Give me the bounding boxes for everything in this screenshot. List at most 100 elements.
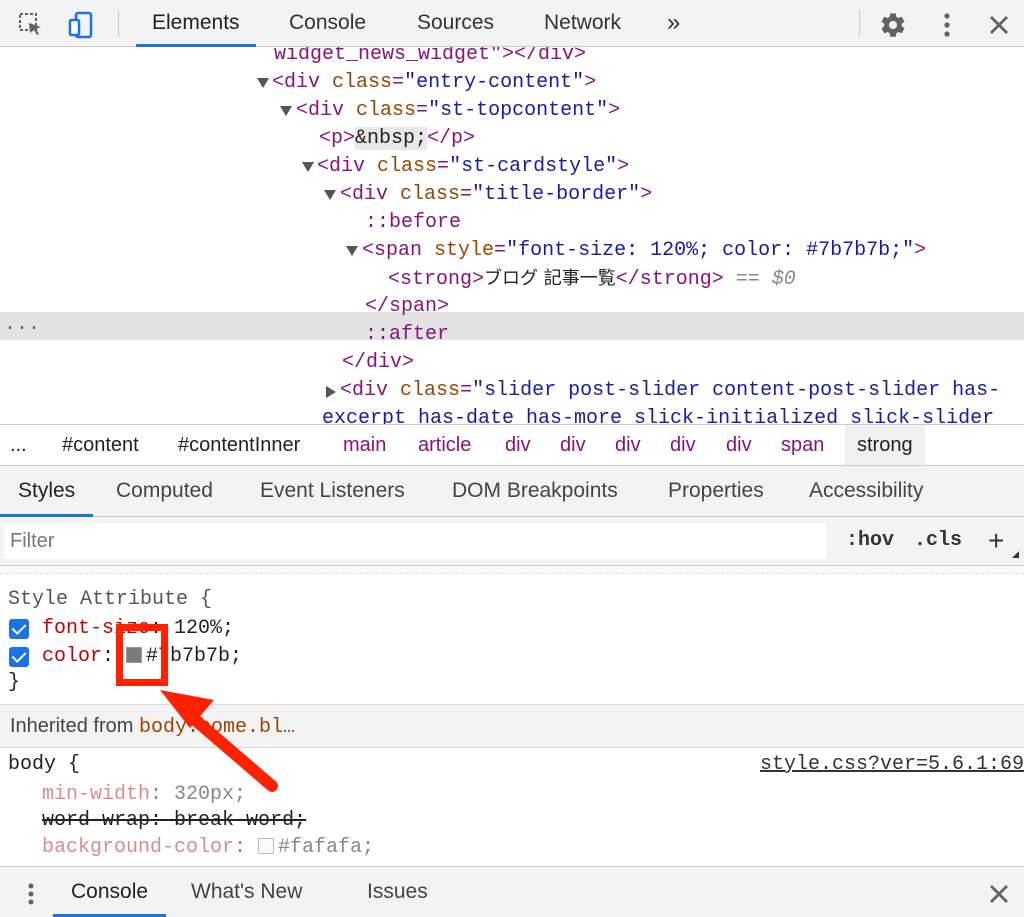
property-name: color xyxy=(42,645,103,668)
breadcrumb-item[interactable]: #content xyxy=(62,425,139,465)
more-options-icon[interactable] xyxy=(932,0,962,47)
tab-dom-breakpoints[interactable]: DOM Breakpoints xyxy=(452,466,618,516)
css-property-overridden[interactable]: word-wrap: break-word; xyxy=(42,808,306,834)
property-checkbox[interactable] xyxy=(9,619,29,639)
property-checkbox[interactable] xyxy=(9,647,29,667)
tree-line[interactable]: <p>&nbsp;</p> xyxy=(319,125,475,153)
property-value: 320px; xyxy=(174,783,247,806)
styles-pane: Style Attribute { font-size: 120%; color… xyxy=(0,566,1024,866)
css-property-inherited[interactable]: min-width: 320px; xyxy=(42,782,246,808)
tab-console[interactable]: Console xyxy=(289,0,366,47)
breadcrumb-item[interactable]: div xyxy=(615,425,641,465)
drawer-tab-issues[interactable]: Issues xyxy=(367,867,428,917)
filter-input[interactable] xyxy=(4,523,826,559)
color-swatch[interactable] xyxy=(258,838,275,854)
annotation-highlight-box xyxy=(116,624,168,686)
property-name: background-color xyxy=(42,836,235,859)
drawer-tab-whats-new[interactable]: What's New xyxy=(191,867,302,917)
breadcrumb-item[interactable]: span xyxy=(781,425,824,465)
tree-line[interactable]: <div class="st-topcontent"> xyxy=(296,97,620,125)
tab-network[interactable]: Network xyxy=(544,0,621,47)
expand-triangle-icon[interactable] xyxy=(302,162,314,172)
tree-line[interactable]: <div class="st-cardstyle"> xyxy=(317,153,629,181)
tab-styles[interactable]: Styles xyxy=(0,466,94,517)
attr-value: excerpt has-date has-more slick-initiali… xyxy=(322,407,995,424)
tab-sources[interactable]: Sources xyxy=(417,0,494,47)
hover-state-toggle[interactable]: :hov xyxy=(846,524,894,558)
drawer-close-icon[interactable] xyxy=(984,867,1014,917)
elements-dom-tree: ... widget_news_widget"></div> <div clas… xyxy=(0,47,1024,424)
tree-line[interactable]: widget_news_widget"></div> xyxy=(274,47,586,69)
breadcrumb-item[interactable]: main xyxy=(343,425,386,465)
property-value: #fafafa; xyxy=(278,836,375,859)
tab-elements[interactable]: Elements xyxy=(136,0,256,47)
attr-name: class xyxy=(400,379,461,402)
breadcrumb-item-selected[interactable]: strong xyxy=(845,425,925,465)
breadcrumb-item[interactable]: div xyxy=(505,425,531,465)
inherited-element-link[interactable]: body.home.bl… xyxy=(139,716,295,739)
expand-triangle-icon[interactable] xyxy=(324,190,336,200)
scrolled-rule-edge xyxy=(0,566,1024,574)
collapsed-triangle-icon[interactable] xyxy=(326,386,336,398)
tag-close: </p> xyxy=(427,127,476,150)
tag-text: widget_news_widget"></div> xyxy=(274,47,587,66)
attr-name: class xyxy=(356,99,417,122)
stylesheet-source-link[interactable]: style.css?ver=5.6.1:69 xyxy=(760,752,1024,778)
attr-name: style xyxy=(434,239,495,262)
tab-properties[interactable]: Properties xyxy=(668,466,764,516)
bottom-drawer-tabs: Console What's New Issues xyxy=(0,866,1024,917)
more-tabs-button[interactable]: » xyxy=(667,0,680,47)
tab-event-listeners[interactable]: Event Listeners xyxy=(260,466,405,516)
attr-value: "st-cardstyle" xyxy=(449,155,618,178)
styles-filter-bar: :hov .cls + xyxy=(0,517,1024,566)
tag-name: <div xyxy=(272,71,321,94)
breadcrumb-item[interactable]: div xyxy=(560,425,586,465)
expand-triangle-icon[interactable] xyxy=(346,246,358,256)
css-property-inherited[interactable]: background-color: #fafafa; xyxy=(42,835,374,861)
drawer-tab-console[interactable]: Console xyxy=(52,867,167,917)
tree-line[interactable]: </div> xyxy=(342,349,414,377)
inspect-element-icon[interactable] xyxy=(14,0,48,47)
drawer-menu-icon[interactable] xyxy=(18,867,44,917)
new-style-rule-button[interactable]: + xyxy=(988,524,1004,558)
row-menu-icon[interactable]: ... xyxy=(4,311,40,339)
tree-line-pseudo-before[interactable]: ::before xyxy=(365,209,461,237)
breadcrumb-item[interactable]: #contentInner xyxy=(178,425,300,465)
tree-line[interactable]: excerpt has-date has-more slick-initiali… xyxy=(322,405,994,424)
tree-line[interactable]: <div class="slider post-slider content-p… xyxy=(340,377,1000,405)
expand-triangle-icon[interactable] xyxy=(280,106,292,116)
selected-row-highlight xyxy=(0,312,1024,340)
tree-line[interactable]: <div class="title-border"> xyxy=(340,181,652,209)
breadcrumb-item[interactable]: article xyxy=(418,425,471,465)
tag-close: > xyxy=(617,155,630,178)
console-var: $0 xyxy=(771,268,796,291)
close-icon[interactable] xyxy=(984,0,1014,47)
tag-close: </span> xyxy=(365,295,450,318)
attr-name: class xyxy=(400,183,461,206)
tree-line-selected[interactable]: <strong>ブログ 記事一覧</strong> == $0 xyxy=(388,265,796,293)
breadcrumb-item[interactable]: div xyxy=(726,425,752,465)
tag-name: <div xyxy=(340,379,389,402)
style-attribute-header[interactable]: Style Attribute { xyxy=(8,587,212,613)
settings-gear-icon[interactable] xyxy=(876,0,910,47)
device-toolbar-icon[interactable] xyxy=(64,0,98,47)
property-separator: : xyxy=(150,809,175,832)
attr-value: "title-border" xyxy=(472,183,641,206)
property-value: break-word; xyxy=(174,809,307,832)
breadcrumb-item[interactable]: div xyxy=(670,425,696,465)
tag-name: <div xyxy=(296,99,345,122)
expand-triangle-icon[interactable] xyxy=(257,78,269,88)
tag-close: > xyxy=(914,239,927,262)
class-toggle[interactable]: .cls xyxy=(914,524,962,558)
dom-breadcrumb: ... #content #contentInner main article … xyxy=(0,424,1024,466)
tree-line[interactable]: <div class="entry-content"> xyxy=(272,69,596,97)
tab-computed[interactable]: Computed xyxy=(116,466,213,516)
attr-value: "entry-content" xyxy=(404,71,585,94)
tree-line-pseudo-after[interactable]: ::after xyxy=(365,321,449,349)
tree-line[interactable]: </span> xyxy=(365,293,449,321)
body-rule-selector[interactable]: body { xyxy=(8,752,80,778)
breadcrumb-ellipsis[interactable]: ... xyxy=(10,425,27,465)
tag-name: <strong> xyxy=(388,268,485,291)
tab-accessibility[interactable]: Accessibility xyxy=(809,466,923,516)
tree-line[interactable]: <span style="font-size: 120%; color: #7b… xyxy=(362,237,926,265)
